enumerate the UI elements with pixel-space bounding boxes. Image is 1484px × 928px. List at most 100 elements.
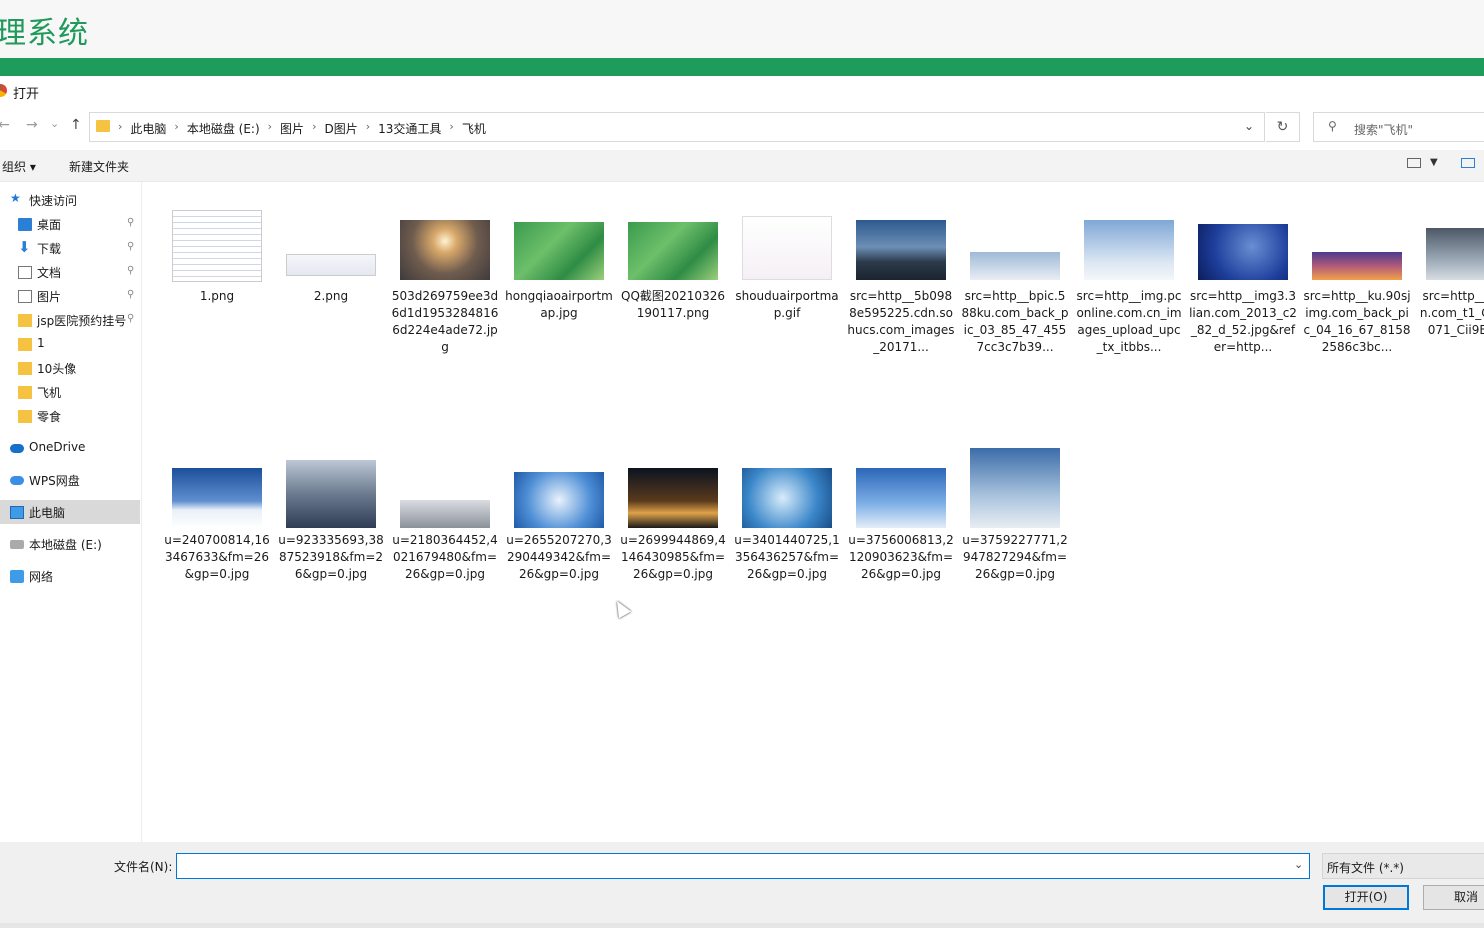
file-item[interactable]: u=2655207270,3290449342&fm=26&gp=0.jpg	[505, 448, 613, 628]
breadcrumb-separator[interactable]: ›	[118, 120, 122, 137]
sidebar-item[interactable]: 图片 ⚲	[0, 284, 140, 308]
file-item[interactable]: u=2699944869,4146430985&fm=26&gp=0.jpg	[619, 448, 727, 628]
open-button[interactable]: 打开(O)	[1323, 885, 1409, 910]
file-item[interactable]: u=3401440725,1356436257&fm=26&gp=0.jpg	[733, 448, 841, 628]
sidebar-item-label: 零食	[37, 410, 62, 424]
file-name: hongqiaoairportmap.jpg	[505, 289, 613, 320]
file-name: 1.png	[199, 289, 235, 303]
sidebar-item[interactable]: ★ 快速访问	[0, 188, 140, 212]
file-name: QQ截图20210326190117.png	[621, 289, 725, 320]
file-name: src=http__img3.3lian.com_2013_c2_82_d_52…	[1189, 289, 1297, 354]
breadcrumb-item[interactable]: 图片	[280, 120, 304, 137]
breadcrumb-separator[interactable]: ›	[366, 120, 370, 137]
file-item[interactable]: u=3756006813,2120903623&fm=26&gp=0.jpg	[847, 448, 955, 628]
file-item[interactable]: src=http__img.pconline.com.cn_images_upl…	[1075, 204, 1183, 384]
breadcrumb-item[interactable]: 此电脑	[130, 120, 166, 137]
breadcrumb: › 此电脑 › 本地磁盘 (E:) › 图片 › D图片 › 13交通工具 › 飞机	[118, 120, 494, 137]
sidebar-item[interactable]: 文档 ⚲	[0, 260, 140, 284]
sidebar-item-label: 1	[37, 336, 45, 350]
app-header: 理系统	[0, 0, 1484, 58]
computer-icon	[10, 506, 24, 519]
back-arrow-icon[interactable]: ←	[0, 117, 10, 133]
view-options-icon[interactable]	[1407, 158, 1421, 168]
preview-pane-icon[interactable]	[1461, 158, 1475, 168]
file-item[interactable]: 1.png	[163, 204, 271, 384]
sidebar-item-label: 本地磁盘 (E:)	[29, 538, 102, 552]
sidebar-item[interactable]: 网络	[0, 564, 140, 588]
pin-icon: ⚲	[127, 217, 135, 228]
file-name: 503d269759ee3d6d1d19532848166d224e4ade72…	[391, 289, 499, 354]
file-item[interactable]: 503d269759ee3d6d1d19532848166d224e4ade72…	[391, 204, 499, 384]
breadcrumb-item[interactable]: D图片	[324, 120, 357, 137]
file-item[interactable]: src=http__img3.3lian.com_2013_c2_82_d_52…	[1189, 204, 1297, 384]
file-name: 2.png	[313, 289, 349, 303]
forward-arrow-icon[interactable]: →	[26, 117, 38, 133]
breadcrumb-separator[interactable]: ›	[449, 120, 453, 137]
cancel-button[interactable]: 取消	[1423, 885, 1484, 910]
file-item[interactable]: u=923335693,3887523918&fm=26&gp=0.jpg	[277, 448, 385, 628]
sidebar-item[interactable]: 桌面 ⚲	[0, 212, 140, 236]
chevron-down-icon[interactable]: ⌄	[1244, 119, 1254, 133]
sidebar-item-label: 快速访问	[29, 194, 78, 208]
file-item[interactable]: shouduairportmap.gif	[733, 204, 841, 384]
file-name: u=2699944869,4146430985&fm=26&gp=0.jpg	[620, 533, 726, 581]
sidebar-item[interactable]: ⬇ 下载 ⚲	[0, 236, 140, 260]
file-item[interactable]: src=http__ku.90sjimg.com_back_pic_04_16_…	[1303, 204, 1411, 384]
new-folder-button[interactable]: 新建文件夹	[69, 158, 129, 175]
sidebar-item-label: 图片	[37, 290, 62, 304]
sidebar-item[interactable]: 10头像	[0, 356, 140, 380]
dialog-title: 打开	[13, 87, 40, 102]
file-item[interactable]: 2.png	[277, 204, 385, 384]
sidebar-item-label: 桌面	[37, 218, 62, 232]
file-name: src=http__bpic.588ku.com_back_pic_03_85_…	[961, 289, 1069, 354]
sidebar-item[interactable]: 零食	[0, 404, 140, 428]
sidebar-item[interactable]: jsp医院预约挂号 ⚲	[0, 308, 140, 332]
folder-icon	[96, 120, 110, 132]
breadcrumb-item[interactable]: 13交通工具	[378, 120, 441, 137]
up-arrow-icon[interactable]: ↑	[70, 117, 82, 133]
file-item[interactable]: src=http__bpic.588ku.com_back_pic_03_85_…	[961, 204, 1069, 384]
file-thumbnail	[1312, 252, 1402, 280]
organize-button[interactable]: 组织 ▾	[2, 158, 36, 175]
chrome-icon	[0, 84, 7, 97]
sidebar-item[interactable]: 本地磁盘 (E:)	[0, 532, 140, 556]
star-icon: ★	[10, 191, 21, 205]
file-item[interactable]: u=240700814,163467633&fm=26&gp=0.jpg	[163, 448, 271, 628]
file-thumbnail	[400, 220, 490, 280]
file-item[interactable]: u=3759227771,2947827294&fm=26&gp=0.jpg	[961, 448, 1069, 628]
refresh-button[interactable]: ↻	[1266, 112, 1300, 142]
recent-locations-icon[interactable]: ⌄	[50, 117, 59, 130]
desktop-icon	[18, 218, 32, 231]
file-item[interactable]: src=http__niucdn.com_t1_G1_M0071_Cii9EVb…	[1417, 204, 1484, 384]
sidebar-item[interactable]: WPS网盘	[0, 468, 140, 492]
sidebar-item-label: 飞机	[37, 386, 62, 400]
sidebar-item[interactable]: OneDrive	[0, 436, 140, 460]
breadcrumb-item[interactable]: 飞机	[462, 120, 486, 137]
file-item[interactable]: hongqiaoairportmap.jpg	[505, 204, 613, 384]
navigation-pane: ★ 快速访问 桌面 ⚲ ⬇ 下载 ⚲ 文档 ⚲ 图片 ⚲ jsp医院预约挂号 ⚲ 1 10头像 飞机 零食 One…	[0, 182, 142, 842]
breadcrumb-item[interactable]: 本地磁盘 (E:)	[187, 120, 260, 137]
breadcrumb-separator[interactable]: ›	[312, 120, 316, 137]
breadcrumb-separator[interactable]: ›	[268, 120, 272, 137]
file-item[interactable]: u=2180364452,4021679480&fm=26&gp=0.jpg	[391, 448, 499, 628]
breadcrumb-separator[interactable]: ›	[174, 120, 178, 137]
chevron-down-icon[interactable]: ▼	[1430, 157, 1438, 168]
file-item[interactable]: src=http__5b0988e595225.cdn.sohucs.com_i…	[847, 204, 955, 384]
file-thumbnail	[1426, 228, 1484, 280]
sidebar-item-label: 下载	[37, 242, 62, 256]
filename-input[interactable]	[176, 853, 1310, 879]
address-bar[interactable]: › 此电脑 › 本地磁盘 (E:) › 图片 › D图片 › 13交通工具 › 飞机 ⌄	[89, 112, 1265, 142]
file-list: 1.png 2.png 503d269759ee3d6d1d19532848166d…	[143, 182, 1484, 842]
search-input[interactable]: ⚲ 搜索"飞机"	[1313, 112, 1484, 142]
file-thumbnail	[286, 254, 376, 276]
file-type-select[interactable]: 所有文件 (*.*)	[1322, 853, 1484, 879]
file-item[interactable]: QQ截图20210326190117.png	[619, 204, 727, 384]
chevron-down-icon[interactable]: ⌄	[1294, 858, 1303, 871]
sidebar-item[interactable]: 飞机	[0, 380, 140, 404]
file-name: u=3401440725,1356436257&fm=26&gp=0.jpg	[734, 533, 840, 581]
sidebar-item-label: OneDrive	[29, 440, 86, 454]
file-name: u=923335693,3887523918&fm=26&gp=0.jpg	[278, 533, 384, 581]
file-thumbnail	[970, 252, 1060, 280]
sidebar-item[interactable]: 1	[0, 332, 140, 356]
sidebar-item[interactable]: 此电脑	[0, 500, 140, 524]
